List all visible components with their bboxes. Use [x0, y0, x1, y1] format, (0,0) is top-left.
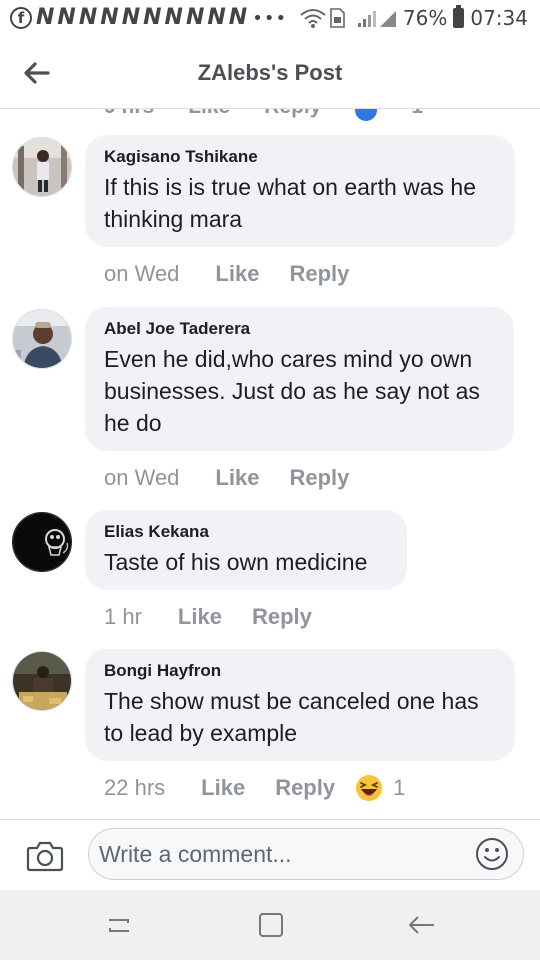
avatar-photo [13, 138, 71, 196]
signal-bars-icon [357, 11, 376, 27]
comment-time: on Wed [104, 465, 180, 490]
laughing-emoji-icon[interactable] [355, 774, 383, 802]
notification-n-icon: N [207, 5, 226, 30]
recent-apps-icon[interactable] [104, 910, 134, 940]
system-navigation-bar [0, 890, 540, 960]
more-notifications-icon: ••• [252, 7, 288, 29]
sim-card-icon [330, 8, 345, 28]
like-button[interactable]: Like [201, 775, 245, 801]
reply-button[interactable]: Reply [252, 604, 312, 630]
reply-button[interactable]: Reply [289, 261, 349, 287]
comment-actions: on Wed Like Reply [104, 261, 369, 287]
notification-n-icon: N [57, 5, 76, 30]
avatar[interactable] [12, 651, 72, 711]
comment-actions: 1 hr Like Reply [104, 604, 332, 630]
reply-button[interactable]: Reply [289, 465, 349, 491]
status-bar: f N N N N N N N N N N ••• 76% 07:34 [0, 0, 540, 38]
like-button[interactable]: Like [215, 261, 259, 287]
smiley-icon[interactable] [475, 837, 509, 871]
reply-button[interactable]: Reply [264, 109, 321, 121]
notification-n-icon: N [78, 5, 98, 30]
comment-bubble[interactable]: Bongi Hayfron The show must be canceled … [85, 649, 515, 761]
partial-comment-meta: 9 hrs Like Reply 1 [104, 109, 423, 121]
comment-input-box[interactable] [88, 828, 524, 880]
comment-author[interactable]: Abel Joe Taderera [104, 319, 494, 339]
notification-n-icon: N [164, 5, 183, 30]
like-button[interactable]: Like [178, 604, 222, 630]
notification-n-icon: N [100, 5, 119, 30]
post-header: ZAlebs's Post [0, 38, 540, 109]
avatar-photo [13, 652, 71, 710]
notification-icons: f N N N N N N N N N N ••• [10, 6, 287, 30]
avatar[interactable] [12, 137, 72, 197]
comment-text: Even he did,who cares mind yo own busine… [104, 346, 480, 436]
avatar-photo [13, 513, 71, 571]
home-icon[interactable] [256, 910, 286, 940]
comments-list[interactable]: 9 hrs Like Reply 1 Kagisano Tshikane If … [0, 109, 540, 819]
reply-button[interactable]: Reply [275, 775, 335, 801]
camera-icon[interactable] [26, 840, 64, 872]
wifi-icon [300, 9, 326, 28]
notification-n-icon: N [185, 5, 205, 30]
comment-actions: on Wed Like Reply [104, 465, 369, 491]
reaction-count: 1 [393, 775, 406, 800]
notification-n-icon: N [36, 5, 55, 30]
comment-composer [0, 819, 540, 891]
comment-time: 9 hrs [104, 109, 154, 121]
comment-input[interactable] [89, 839, 475, 869]
system-status: 76% 07:34 [300, 5, 528, 30]
page-title: ZAlebs's Post [197, 60, 343, 85]
comment-author[interactable]: Elias Kekana [104, 522, 387, 542]
notification-n-icon: N [121, 5, 141, 30]
comment-bubble[interactable]: Kagisano Tshikane If this is is true wha… [85, 135, 515, 247]
comment-text: The show must be canceled one has to lea… [104, 688, 479, 746]
notification-n-icon: N [143, 5, 162, 30]
battery-icon [453, 5, 465, 28]
comment-actions: 22 hrs Like Reply 1 [104, 774, 405, 802]
facebook-notification-icon: f [10, 7, 32, 29]
avatar-photo [13, 310, 71, 368]
like-button[interactable]: Like [188, 109, 230, 121]
comment-bubble[interactable]: Abel Joe Taderera Even he did,who cares … [85, 307, 514, 451]
avatar[interactable] [12, 512, 72, 572]
battery-percentage: 76% [402, 6, 448, 30]
comment-time: on Wed [104, 261, 180, 286]
clock: 07:34 [470, 6, 528, 30]
comment-time: 22 hrs [104, 775, 166, 800]
comment-bubble[interactable]: Elias Kekana Taste of his own medicine [85, 510, 407, 590]
comment-text: Taste of his own medicine [104, 549, 368, 575]
comment-author[interactable]: Bongi Hayfron [104, 661, 495, 681]
like-button[interactable]: Like [215, 465, 259, 491]
comment-time: 1 hr [104, 604, 142, 629]
signal-triangle-icon [379, 11, 396, 27]
avatar[interactable] [12, 309, 72, 369]
reaction-count: 1 [411, 109, 423, 121]
comment-text: If this is is true what on earth was he … [104, 174, 477, 232]
like-reaction-icon [355, 109, 378, 121]
comment-author[interactable]: Kagisano Tshikane [104, 147, 495, 167]
back-nav-icon[interactable] [406, 910, 436, 940]
notification-n-icon: N [228, 5, 248, 30]
